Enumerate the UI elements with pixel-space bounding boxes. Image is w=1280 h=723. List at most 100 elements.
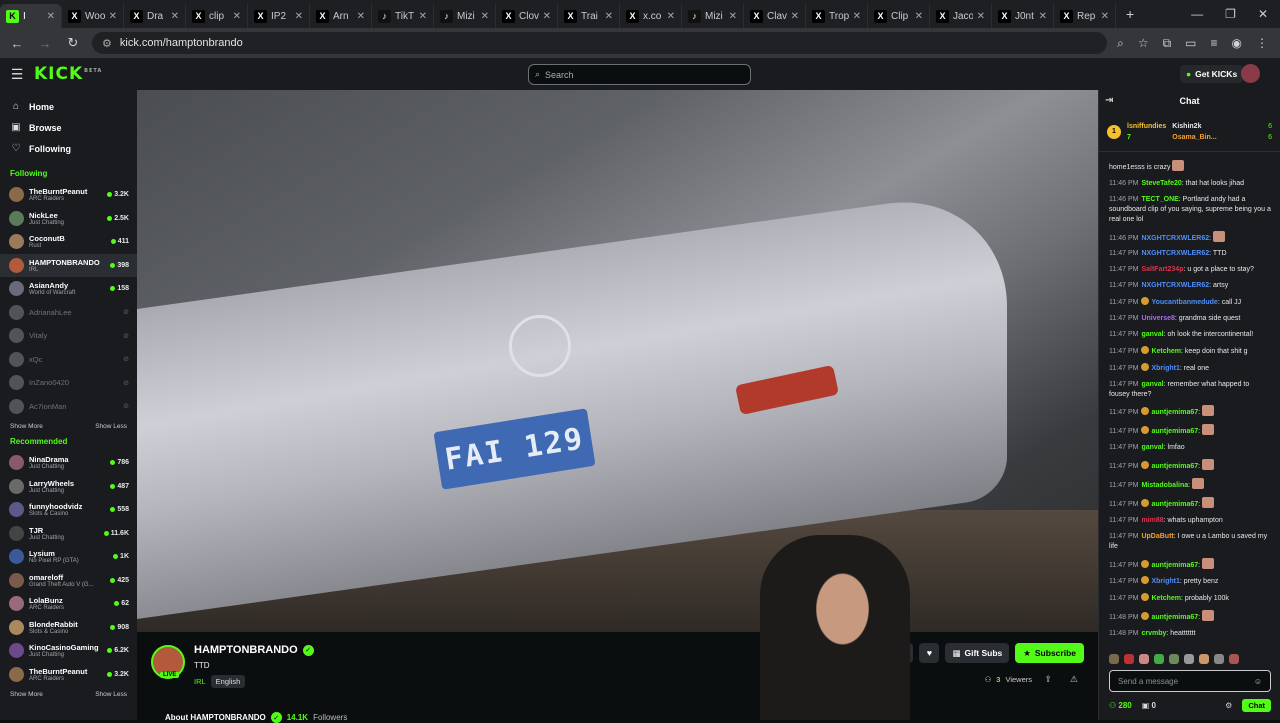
message-username[interactable]: mim88 [1141,517,1163,524]
forward-icon[interactable]: → [36,36,54,51]
message-username[interactable]: Ketchem [1151,348,1181,355]
tab-close-icon[interactable]: ✕ [853,11,861,22]
tab-close-icon[interactable]: ✕ [1039,11,1047,22]
message-username[interactable]: auntjemima67 [1151,501,1198,508]
browser-tab[interactable]: X Rep ✕ [1054,4,1116,28]
tab-close-icon[interactable]: ✕ [1101,11,1109,22]
sidebar-channel[interactable]: TheBurntPeanut ARC Raiders 3.2K [0,663,137,687]
emote-5[interactable] [1169,654,1179,664]
category-link[interactable]: IRL [194,677,206,686]
sidebar-channel[interactable]: NinaDrama Just Chatting 786 [0,451,137,475]
message-username[interactable]: Ketchem [1151,595,1181,602]
emote-4[interactable] [1154,654,1164,664]
sidebar-channel[interactable]: TheBurntPeanut ARC Raiders 3.2K [0,183,137,207]
sidebar-channel[interactable]: Lysium No Pixel RP (GTA) 1K [0,545,137,569]
sidebar-channel[interactable]: KinoCasinoGaming Just Chatting 6.2K [0,639,137,663]
tab-close-icon[interactable]: ✕ [109,11,117,22]
browser-tab[interactable]: X Arn ✕ [310,4,372,28]
message-username[interactable]: ganval [1141,381,1163,388]
browser-tab[interactable]: X Jaco ✕ [930,4,992,28]
tab-close-icon[interactable]: ✕ [543,11,551,22]
tab-close-icon[interactable]: ✕ [791,11,799,22]
tab-close-icon[interactable]: ✕ [729,11,737,22]
message-username[interactable]: Youcantbanmedude [1151,299,1217,306]
tab-close-icon[interactable]: ✕ [977,11,985,22]
browser-tab[interactable]: X Trai ✕ [558,4,620,28]
browser-tab[interactable]: Xx.co ✕ [620,4,682,28]
browser-tab[interactable]: X Dra ✕ [124,4,186,28]
hamburger-menu-icon[interactable]: ☰ [0,66,34,83]
sidebar-channel[interactable]: LolaBunz ARC Raiders 62 [0,592,137,616]
sidebar-channel[interactable]: NickLee Just Chatting 2.5K [0,207,137,231]
leaders-2-3[interactable]: Kishin2k Osama_Bin... [1172,121,1262,143]
sidebar-channel[interactable]: xQc ⊘ [0,348,137,372]
sidebar-nav-home[interactable]: ⌂ Home [0,96,137,117]
following-show-less[interactable]: Show Less [95,423,127,430]
message-username[interactable]: TECT_ONE [1141,196,1178,203]
message-username[interactable]: NXGHTCRXWLER62 [1141,282,1209,289]
browser-tab[interactable]: X Woo ✕ [62,4,124,28]
emote-8[interactable] [1214,654,1224,664]
tab-close-icon[interactable]: ✕ [481,11,489,22]
message-username[interactable]: ganval [1141,444,1163,451]
browser-tab[interactable]: ♪ Mizi ✕ [682,4,744,28]
sidebar-channel[interactable]: Ac7ionMan ⊘ [0,395,137,419]
browser-tab[interactable]: X Clov ✕ [496,4,558,28]
chat-input[interactable]: Send a message ☺ [1109,670,1271,692]
sidebar-channel[interactable]: omareloff Grand Theft Auto V (G... 425 [0,569,137,593]
media-icon[interactable]: ≡ [1211,36,1218,51]
browser-tab[interactable]: K I ✕ [0,4,62,28]
emote-1[interactable] [1109,654,1119,664]
streamer-name[interactable]: HAMPTONBRANDO [194,644,298,656]
sidebar-channel[interactable]: funnyhoodvidz Slots & Casino 558 [0,498,137,522]
sidebar-channel[interactable]: CoconutB Rust 411 [0,230,137,254]
sidebar-channel[interactable]: BlondeRabbit Slots & Casino 908 [0,616,137,640]
back-icon[interactable]: ← [8,36,26,51]
reload-icon[interactable]: ↻ [64,35,82,51]
tab-close-icon[interactable]: ✕ [171,11,179,22]
recommended-show-less[interactable]: Show Less [95,691,127,698]
message-username[interactable]: UpDaButt [1141,533,1173,540]
sidebar-channel[interactable]: AdrianahLee ⊘ [0,301,137,325]
chat-settings-icon[interactable]: ⚙ [1225,701,1232,710]
message-username[interactable]: auntjemima67 [1151,409,1198,416]
message-username[interactable]: crvmby [1141,630,1166,637]
user-avatar[interactable] [1241,64,1260,83]
message-username[interactable]: Xbright1 [1151,365,1179,372]
sidebar-channel[interactable]: InZano0420 ⊘ [0,371,137,395]
get-kicks-button[interactable]: ● Get KICKs [1180,65,1244,83]
message-username[interactable]: auntjemima67 [1151,463,1198,470]
tab-close-icon[interactable]: ✕ [357,11,365,22]
leader-1[interactable]: lsniffundies 7 [1127,121,1166,143]
tab-close-icon[interactable]: ✕ [605,11,613,22]
tab-close-icon[interactable]: ✕ [47,11,55,22]
emote-2[interactable] [1124,654,1134,664]
message-username[interactable]: Xbright1 [1151,578,1179,585]
message-username[interactable]: auntjemima67 [1151,562,1198,569]
browser-tab[interactable]: X Trop ✕ [806,4,868,28]
collapse-chat-icon[interactable]: ⇥ [1105,95,1113,106]
browser-tab[interactable]: X IP2 ✕ [248,4,310,28]
emote-6[interactable] [1184,654,1194,664]
message-username[interactable]: auntjemima67 [1151,428,1198,435]
tab-close-icon[interactable]: ✕ [233,11,241,22]
channel-points[interactable]: ⚇ 280 [1109,701,1132,710]
sidebar-channel[interactable]: HAMPTONBRANDO IRL 398 [0,253,137,277]
sidebar-channel[interactable]: TJR Just Chatting 11.6K [0,522,137,546]
sidebar-channel[interactable]: AsianAndy World of Warcraft 158 [0,277,137,301]
tab-close-icon[interactable]: ✕ [295,11,303,22]
emote-9[interactable] [1229,654,1239,664]
browser-tab[interactable]: Xclip ✕ [186,4,248,28]
restore-icon[interactable]: ❐ [1225,7,1236,21]
tab-close-icon[interactable]: ✕ [419,11,427,22]
message-username[interactable]: ganval [1141,331,1163,338]
zoom-icon[interactable]: ⌕ [1117,36,1124,51]
new-tab-button[interactable]: + [1116,6,1144,22]
sidebar-channel[interactable]: LarryWheels Just Chatting 487 [0,475,137,499]
message-username[interactable]: Mistadobalina [1141,482,1188,489]
message-username[interactable]: SaltFart234p [1141,266,1183,273]
share-icon[interactable]: ⇪ [1044,674,1052,685]
browser-tab[interactable]: ♪ Mizi ✕ [434,4,496,28]
url-bar[interactable]: ⚙ kick.com/hamptonbrando [92,32,1108,54]
language-tag[interactable]: English [210,675,246,688]
